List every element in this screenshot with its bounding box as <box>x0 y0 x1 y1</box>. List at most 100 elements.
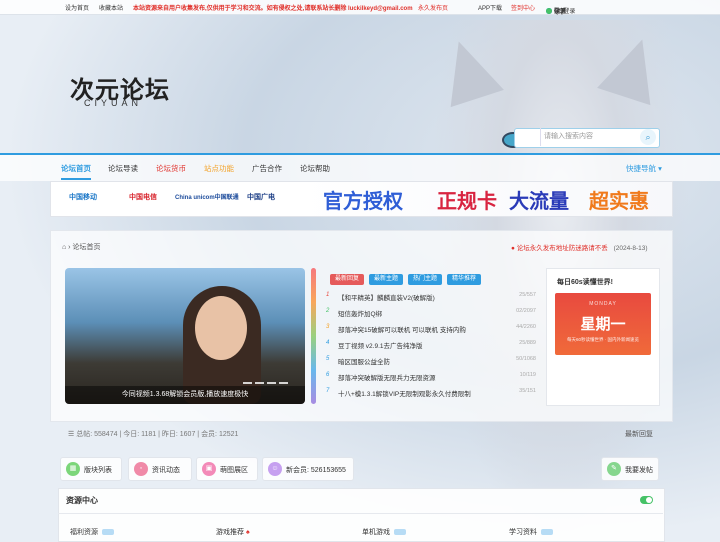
resource-toggle[interactable] <box>640 496 653 504</box>
forum-list-button[interactable]: ▦ 版块列表 <box>60 457 122 481</box>
site-logo-subtitle: CIYUAN <box>84 98 143 108</box>
quick-nav-dropdown[interactable]: 快捷导航 ▾ <box>626 163 662 174</box>
post-list: 1 【和平精英】麟麟直装V2(破解版) 25/557 2 短信轰炸加Q绑 02/2097… <box>326 291 536 403</box>
forum-stats: ☰ 总帖: 558474 | 今日: 1181 | 昨日: 1607 | 会员:… <box>68 431 239 438</box>
list-item[interactable]: 4 豆丁视频 v2.9.1去广告纯净版 25/889 <box>326 339 536 355</box>
post-rank: 1 <box>326 292 330 298</box>
daily-news-card[interactable]: 每日60s读懂世界! MONDAY 星期一 每天60秒读懂世界 · 国内外新闻速… <box>546 268 660 406</box>
person-icon: ♠ <box>245 529 250 536</box>
banner-slogan-1: 官方授权 <box>323 189 403 213</box>
post-tabs: 最新回复 最新主题 热门主题 精华推荐 <box>330 274 482 285</box>
stat-yesterday: 昨日: 1607 <box>161 431 196 438</box>
post-stats: 02/2097 <box>516 308 536 314</box>
resource-item-single-games[interactable]: 单机游戏 <box>362 527 406 537</box>
list-item[interactable]: 1 【和平精英】麟麟直装V2(破解版) 25/557 <box>326 291 536 307</box>
list-item[interactable]: 7 十八+模1.3.1解锁VIP无限制观影永久付费限制 35/151 <box>326 387 536 403</box>
badge-icon <box>102 529 114 536</box>
badge-icon <box>394 529 406 536</box>
tab-featured[interactable]: 精华推荐 <box>447 274 482 285</box>
latest-reply-link[interactable]: 最新回复 <box>625 429 653 439</box>
new-post-button[interactable]: ✎ 我要发帖 <box>601 457 659 481</box>
announcement[interactable]: ● 论坛永久发布地址防迷路请不丢 (2024-8-13) <box>511 242 648 252</box>
list-item[interactable]: 6 部落冲突破解版无限兵力无限资源 10/119 <box>326 371 536 387</box>
home-icon[interactable]: ⌂ <box>62 244 66 251</box>
search-input[interactable]: 请输入搜索内容 <box>544 131 593 141</box>
ad-banner[interactable]: 中国移动 中国电信 China unicom中国联通 中国广电 官方授权 正规卡… <box>50 181 673 217</box>
featured-slideshow[interactable]: 今同视频1.3.68解锁会员版,播放速度极快 <box>65 268 305 404</box>
slide-caption[interactable]: 今同视频1.3.68解锁会员版,播放速度极快 <box>65 386 305 404</box>
tab-latest-topic[interactable]: 最新主题 <box>369 274 404 285</box>
tab-latest-reply[interactable]: 最新回复 <box>330 274 365 285</box>
post-stats: 50/1068 <box>516 356 536 362</box>
post-title[interactable]: 部落冲突破解版无限兵力无限资源 <box>338 372 436 382</box>
announcement-text[interactable]: 论坛永久发布地址防迷路请不丢 <box>517 245 608 252</box>
set-home-link[interactable]: 设为首页 <box>65 3 89 12</box>
tab-hot-topic[interactable]: 热门主题 <box>408 274 443 285</box>
news-icon: ◦ <box>134 462 148 476</box>
banner-slogan-2: 正规卡 <box>437 189 497 213</box>
disclaimer-text: 本站资源来自用户收集发布,仅供用于学习和交流。如有侵权之处,请联系站长删除 lu… <box>133 6 413 12</box>
publish-page-link[interactable]: 永久发布页 <box>418 3 448 12</box>
new-member[interactable]: ☺ 新会员: 526153655 <box>262 457 354 481</box>
post-title[interactable]: 暗区国服公益全防 <box>338 356 390 366</box>
post-title[interactable]: 【和平精英】麟麟直装V2(破解版) <box>338 292 435 302</box>
announcement-date: (2024-8-13) <box>613 245 648 252</box>
nav-item-guide[interactable]: 论坛导读 <box>108 163 138 174</box>
weekday: 星期一 <box>580 316 626 333</box>
nav-item-help[interactable]: 论坛帮助 <box>300 163 330 174</box>
cat-ear-left <box>432 32 504 108</box>
cat-ear-right <box>597 30 669 106</box>
nav-item-home[interactable]: 论坛首页 <box>61 163 91 180</box>
search-type-select[interactable] <box>514 128 541 146</box>
post-rank: 2 <box>326 308 330 314</box>
nav-item-currency[interactable]: 论坛货币 <box>156 163 186 174</box>
stats-icon: ☰ <box>68 431 75 438</box>
nav-item-features[interactable]: 站点功能 <box>204 163 234 174</box>
resource-item-games[interactable]: 游戏推荐 ♠ <box>216 527 250 537</box>
main-nav: 论坛首页 论坛导读 论坛货币 站点功能 广告合作 论坛帮助 快捷导航 ▾ <box>0 153 720 181</box>
post-rank: 3 <box>326 324 330 330</box>
daily-news-subtitle: 每天60秒读懂世界 · 国内外新闻速览 <box>566 337 639 342</box>
resource-item-study[interactable]: 学习资料 <box>509 527 553 537</box>
sign-center-link[interactable]: 签到中心 <box>511 3 535 12</box>
post-title[interactable]: 豆丁视频 v2.9.1去广告纯净版 <box>338 340 423 350</box>
breadcrumb-home[interactable]: 论坛首页 <box>72 244 100 251</box>
resource-item-welfare[interactable]: 福利资源 <box>70 527 114 537</box>
search-icon[interactable]: ⌕ <box>640 129 656 145</box>
list-item[interactable]: 3 部落冲突15破解可以联机 可以联机 支持内购 44/2260 <box>326 323 536 339</box>
stat-today: 今日: 1181 <box>123 431 157 438</box>
post-rank: 5 <box>326 356 330 362</box>
slide-image-face <box>195 296 247 360</box>
news-button[interactable]: ◦ 资讯动态 <box>128 457 192 481</box>
weekday-en: MONDAY <box>589 301 617 307</box>
wechat-icon <box>546 8 552 15</box>
slide-indicators[interactable] <box>243 382 288 384</box>
list-item[interactable]: 5 暗区国服公益全防 50/1068 <box>326 355 536 371</box>
daily-news-image[interactable]: MONDAY 星期一 每天60秒读懂世界 · 国内外新闻速览 <box>555 293 651 355</box>
gallery-button[interactable]: ▣ 萌图展区 <box>196 457 258 481</box>
banner-logo-unicom: China unicom中国联通 <box>175 195 239 201</box>
banner-logo-mobile: 中国移动 <box>69 194 97 201</box>
post-title[interactable]: 部落冲突15破解可以联机 可以联机 支持内购 <box>338 324 466 334</box>
banner-logo-telecom: 中国电信 <box>129 194 157 201</box>
favorite-link[interactable]: 收藏本站 <box>99 3 123 12</box>
resource-center-title: 资源中心 <box>66 496 98 505</box>
badge-icon <box>541 529 553 536</box>
post-title[interactable]: 短信轰炸加Q绑 <box>338 308 382 318</box>
list-item[interactable]: 2 短信轰炸加Q绑 02/2097 <box>326 307 536 323</box>
chevron-down-icon: ▾ <box>658 164 662 173</box>
divider <box>58 513 663 514</box>
color-strip <box>311 268 316 404</box>
wechat-login-link[interactable]: 微信 <box>546 6 566 15</box>
post-stats: 35/151 <box>519 388 536 394</box>
app-download-link[interactable]: APP下载 <box>478 3 502 12</box>
stat-posts: 总帖: 558474 <box>76 431 118 438</box>
stat-members: 会员: 12521 <box>201 431 239 438</box>
post-title[interactable]: 十八+模1.3.1解锁VIP无限制观影永久付费限制 <box>338 388 471 398</box>
banner-slogan-4: 超实惠 <box>589 189 649 213</box>
nav-item-ads[interactable]: 广告合作 <box>252 163 282 174</box>
post-stats: 25/557 <box>519 292 536 298</box>
post-stats: 44/2260 <box>516 324 536 330</box>
breadcrumb: ⌂ › 论坛首页 <box>62 244 101 251</box>
post-rank: 7 <box>326 388 330 394</box>
